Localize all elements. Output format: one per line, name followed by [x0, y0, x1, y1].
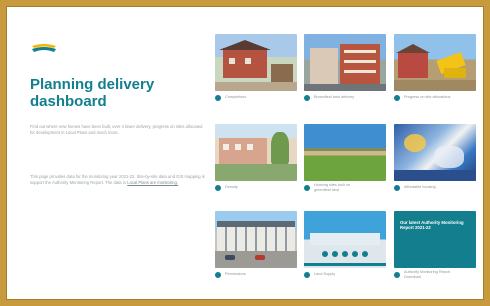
- secondary-paragraph: This page provides data for the monitori…: [30, 174, 205, 186]
- tile-label: Authority Monitoring Report Download: [404, 270, 451, 279]
- tile-label: Land Supply: [314, 272, 336, 277]
- info-dot-icon: [215, 271, 221, 278]
- tile-land-supply[interactable]: Land Supply: [304, 211, 386, 278]
- info-dot-icon: [215, 184, 221, 191]
- land-supply-thumbnail[interactable]: [304, 211, 386, 268]
- page-title: Planning delivery dashboard: [30, 76, 155, 110]
- tile-label: Completions: [225, 95, 247, 100]
- tile-label: Affordable housing: [404, 185, 436, 190]
- tile-label: Density: [225, 185, 238, 190]
- info-dot-icon: [215, 94, 221, 101]
- tile-greenfield[interactable]: Housing sites built on greenfield land: [304, 124, 386, 192]
- banner-text: Our latest Authority Monitoring Report 2…: [400, 220, 464, 231]
- site-allocations-thumbnail[interactable]: [394, 34, 476, 91]
- council-logo-icon: [32, 44, 56, 52]
- monitoring-report-banner[interactable]: Our latest Authority Monitoring Report 2…: [394, 211, 476, 268]
- info-dot-icon: [304, 271, 310, 278]
- affordable-housing-thumbnail[interactable]: [394, 124, 476, 181]
- density-thumbnail[interactable]: [215, 124, 297, 181]
- local-plans-link[interactable]: Local Plans are monitoring.: [127, 180, 178, 185]
- intro-paragraph: Find out where new homes have been built…: [30, 124, 203, 135]
- tile-label: Progress on site allocations: [404, 95, 451, 100]
- info-dot-icon: [304, 94, 310, 101]
- info-dot-icon: [394, 184, 400, 191]
- info-dot-icon: [304, 184, 310, 191]
- tile-affordable-housing[interactable]: Affordable housing: [394, 124, 476, 191]
- tile-label: Housing sites built on greenfield land: [314, 183, 351, 192]
- tile-completions[interactable]: Completions: [215, 34, 297, 101]
- info-dot-icon: [394, 94, 400, 101]
- completions-thumbnail[interactable]: [215, 34, 297, 91]
- permissions-thumbnail[interactable]: [215, 211, 297, 268]
- dashboard-panel: Planning delivery dashboard Find out whe…: [6, 6, 484, 300]
- tile-permissions[interactable]: Permissions: [215, 211, 297, 278]
- tile-label: Brownfield land delivery: [314, 95, 355, 100]
- tile-density[interactable]: Density: [215, 124, 297, 191]
- tile-site-allocations[interactable]: Progress on site allocations: [394, 34, 476, 101]
- tile-label: Permissions: [225, 272, 246, 277]
- brownfield-thumbnail[interactable]: [304, 34, 386, 91]
- secondary-text: This page provides data for the monitori…: [30, 174, 205, 185]
- info-dot-icon: [394, 271, 400, 278]
- tile-monitoring-report[interactable]: Our latest Authority Monitoring Report 2…: [394, 211, 476, 279]
- tile-brownfield[interactable]: Brownfield land delivery: [304, 34, 386, 101]
- greenfield-thumbnail[interactable]: [304, 124, 386, 181]
